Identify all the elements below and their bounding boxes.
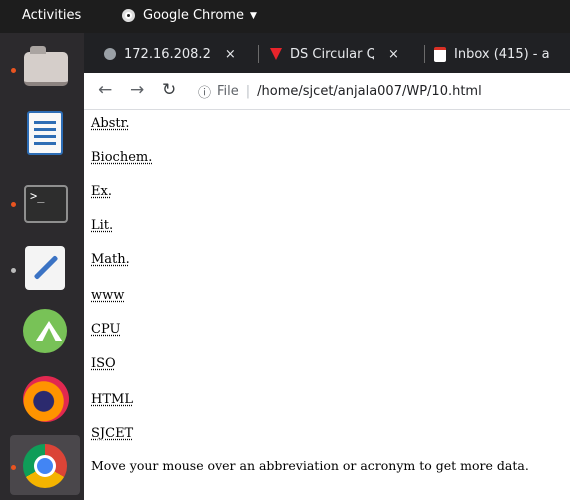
acronym[interactable]: ISO [91,356,116,371]
dock-item-text-editor[interactable] [0,238,84,298]
gnome-top-bar: Activities Google Chrome ▼ [0,0,570,33]
acronym[interactable]: www [91,288,124,303]
abbreviation[interactable]: Ex. [91,184,112,199]
caret-down-icon: ▼ [249,10,257,21]
tab-separator [424,45,425,63]
firefox-icon [23,376,69,422]
reload-icon[interactable]: ↻ [162,80,176,100]
abbreviation[interactable]: Abstr. [91,116,130,131]
forward-arrow-icon[interactable]: → [130,80,144,100]
app-menu[interactable]: Google Chrome ▼ [122,8,257,23]
tab-ds-circular-q[interactable]: DS Circular Q × [270,41,420,67]
chrome-icon [122,9,135,22]
dock-item-files[interactable] [0,37,84,97]
text-editor-icon [25,246,65,290]
running-indicator [11,268,16,273]
abbreviation[interactable]: Lit. [91,218,113,233]
android-studio-icon [23,309,67,353]
abbreviation[interactable]: Biochem. [91,150,152,165]
abbreviation[interactable]: Math. [91,252,130,267]
address-scheme: File [217,83,239,99]
acronym[interactable]: SJCET [91,426,133,441]
globe-icon [104,48,116,60]
page-content: Abstr. Biochem. Ex. Lit. Math. www CPU I… [84,110,570,500]
close-icon[interactable]: × [388,47,399,62]
tab-172-16-208-2[interactable]: 172.16.208.2 × [104,41,254,67]
tab-strip: 172.16.208.2 × DS Circular Q × Inbox (41… [84,33,570,73]
gmail-icon [434,46,446,62]
running-indicator [11,465,16,470]
dock-item-firefox[interactable] [0,368,84,428]
dock: >_ [0,33,84,500]
acronym[interactable]: CPU [91,322,120,337]
tab-title: 172.16.208.2 [124,46,211,62]
tab-inbox[interactable]: Inbox (415) - a [434,41,570,67]
back-arrow-icon[interactable]: ← [98,80,112,100]
libreoffice-writer-icon [27,111,63,155]
app-menu-label: Google Chrome [143,8,244,23]
terminal-icon: >_ [24,185,68,223]
close-icon[interactable]: × [225,47,236,62]
address-bar[interactable]: ⓘ File | /home/sjcet/anjala007/WP/10.htm… [198,77,570,105]
tab-separator [258,45,259,63]
vertabelo-icon [270,48,282,60]
dock-item-android-studio[interactable] [0,301,84,361]
running-indicator [11,68,16,73]
activities-button[interactable]: Activities [22,8,81,23]
tab-title: Inbox (415) - a [454,46,550,62]
dock-item-terminal[interactable]: >_ [0,173,84,233]
tab-title: DS Circular Q [290,46,374,62]
dock-item-writer[interactable] [0,103,84,163]
dock-item-chrome[interactable] [10,435,80,495]
address-divider: | [245,83,251,99]
chrome-icon [23,444,67,488]
running-indicator [11,202,16,207]
instruction-text: Move your mouse over an abbreviation or … [91,458,529,473]
files-icon [24,46,68,86]
acronym[interactable]: HTML [91,392,133,407]
address-path: /home/sjcet/anjala007/WP/10.html [257,83,482,99]
info-icon[interactable]: ⓘ [198,82,211,101]
browser-toolbar: ← → ↻ ⓘ File | /home/sjcet/anjala007/WP/… [84,73,570,110]
